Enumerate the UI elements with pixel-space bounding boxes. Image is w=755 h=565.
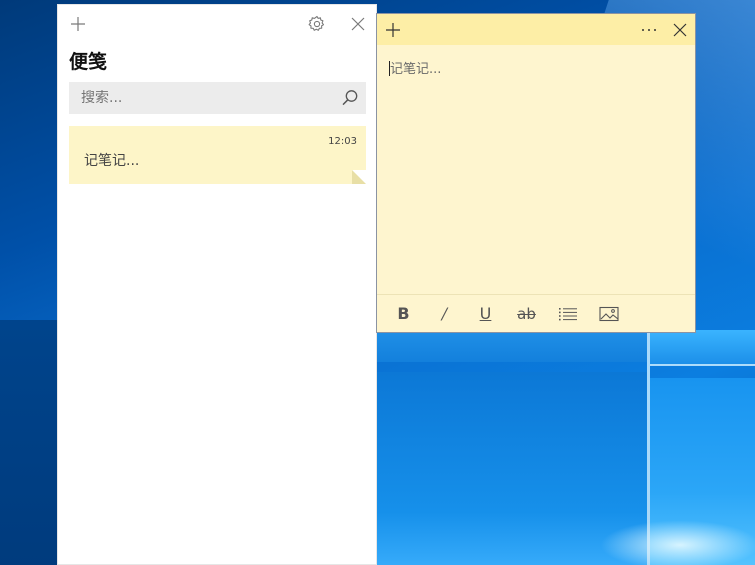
italic-button[interactable]: / (424, 299, 465, 329)
wallpaper-edge (650, 364, 755, 366)
underline-label: U (479, 304, 492, 323)
plus-icon (71, 17, 85, 31)
close-button[interactable] (343, 9, 373, 39)
close-icon (673, 23, 687, 37)
underline-button[interactable]: U (465, 299, 506, 329)
strikethrough-button[interactable]: ab (506, 299, 547, 329)
gear-icon (308, 15, 325, 31)
bullets-icon (558, 307, 577, 320)
note-timestamp: 12:03 (328, 136, 357, 147)
wallpaper-glow (600, 520, 755, 565)
more-options-button[interactable] (634, 15, 664, 45)
strikethrough-label: ab (517, 304, 536, 323)
image-icon (598, 306, 619, 321)
formatting-toolbar: B / U ab (377, 294, 695, 332)
wallpaper-pane (377, 332, 647, 362)
plus-icon (386, 23, 400, 37)
sticky-note-window: 记笔记... B / U ab (376, 13, 696, 333)
search-box (69, 82, 366, 114)
wallpaper-shade (0, 320, 57, 565)
note-folded-corner (352, 170, 366, 184)
note-preview-text: 记笔记... (84, 153, 140, 169)
bold-button[interactable]: B (383, 299, 424, 329)
notes-list-titlebar (58, 5, 376, 43)
note-text-area[interactable]: 记笔记... (389, 58, 441, 77)
insert-image-button[interactable] (588, 299, 629, 329)
close-note-button[interactable] (665, 15, 695, 45)
bold-label: B (397, 304, 410, 323)
sticky-note-titlebar[interactable] (377, 14, 695, 45)
close-icon (351, 17, 365, 31)
new-note-button[interactable] (378, 15, 408, 45)
notes-list-window: 便笺 12:03 记笔记... (57, 4, 377, 565)
italic-label: / (441, 304, 448, 323)
wallpaper-pane (650, 330, 755, 365)
settings-button[interactable] (302, 9, 332, 39)
new-note-button[interactable] (63, 9, 93, 39)
page-title: 便笺 (69, 51, 108, 73)
search-icon[interactable] (340, 88, 360, 108)
more-icon (642, 29, 656, 31)
bullets-button[interactable] (547, 299, 588, 329)
search-input[interactable] (81, 90, 331, 106)
note-placeholder: 记笔记... (390, 62, 442, 77)
note-card[interactable]: 12:03 记笔记... (69, 126, 366, 184)
